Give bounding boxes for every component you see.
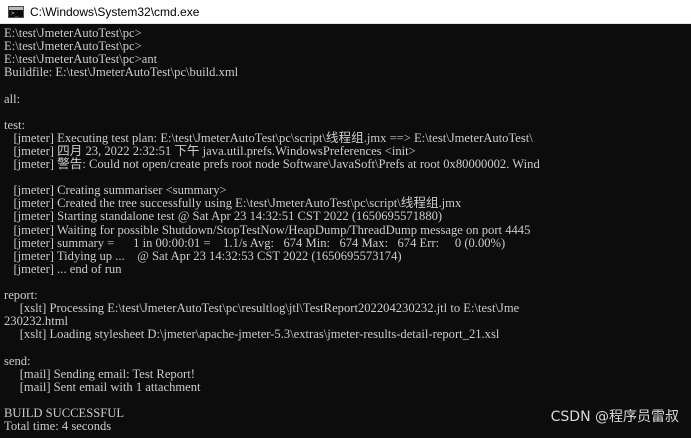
console-line: E:\test\JmeterAutoTest\pc>ant [4, 52, 158, 67]
console-line: report: [4, 288, 38, 302]
cmd-window-icon: >_ [8, 5, 24, 18]
icon-prompt-glyph: >_ [11, 9, 19, 17]
console-line: [jmeter] Waiting for possible Shutdown/S… [4, 222, 531, 237]
console-line: [jmeter] ... end of run [4, 261, 122, 276]
console-line: [jmeter] 警告: Could not open/create prefs… [4, 157, 540, 171]
console-line: [jmeter] 四月 23, 2022 2:32:51 下午 java.uti… [4, 143, 416, 158]
console-line: [xslt] Processing E:\test\JmeterAutoTest… [4, 301, 520, 316]
console-line: all: [4, 91, 21, 106]
console-line: [mail] Sending email: Test Report! [4, 366, 195, 381]
console-output[interactable]: E:\test\JmeterAutoTest\pc> E:\test\Jmeter… [0, 26, 691, 438]
console-line: 230232.html [4, 314, 69, 329]
console-line: test: [4, 117, 25, 132]
watermark: CSDN @程序员雷叔 [550, 409, 679, 425]
console-line: [jmeter] Starting standalone test @ Sat … [4, 209, 443, 224]
console-line: [jmeter] Tidying up ... @ Sat Apr 23 14:… [4, 248, 402, 263]
cmd-window: >_ C:\Windows\System32\cmd.exe E:\test\J… [0, 0, 691, 438]
console-line: send: [4, 353, 31, 368]
console-line: [jmeter] summary = 1 in 00:00:01 = 1.1/s… [4, 235, 506, 250]
window-title: C:\Windows\System32\cmd.exe [30, 4, 200, 19]
console-line: [mail] Sent email with 1 attachment [4, 379, 201, 394]
console-line: [jmeter] Created the tree successfully u… [4, 196, 462, 211]
console-line: BUILD SUCCESSFUL [4, 405, 125, 420]
title-bar[interactable]: >_ C:\Windows\System32\cmd.exe [0, 0, 691, 24]
console-line: Buildfile: E:\test\JmeterAutoTest\pc\bui… [4, 65, 239, 80]
console-line: Total time: 4 seconds [4, 419, 112, 433]
console-line: [xslt] Loading stylesheet D:\jmeter\apac… [4, 327, 500, 342]
console-line: E:\test\JmeterAutoTest\pc> [4, 26, 142, 40]
console-line: E:\test\JmeterAutoTest\pc> [4, 39, 142, 54]
console-line: [jmeter] Creating summariser <summary> [4, 183, 227, 198]
console-line: [jmeter] Executing test plan: E:\test\Jm… [4, 130, 533, 145]
